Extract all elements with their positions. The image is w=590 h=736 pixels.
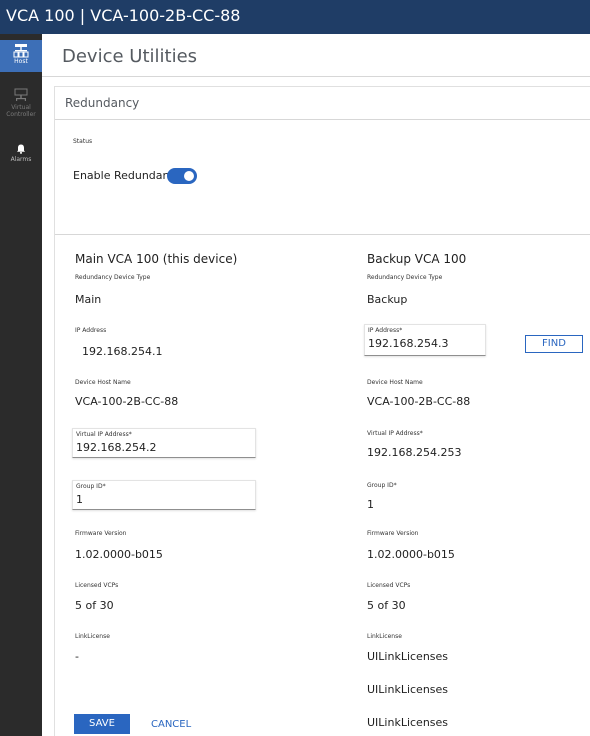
backup-link-value: UILinkLicenses (367, 683, 449, 696)
status-label: Status (73, 138, 93, 145)
backup-vip-value: 192.168.254.253 (367, 446, 462, 459)
main-fw-label: Firmware Version (75, 530, 127, 537)
backup-fw-label: Firmware Version (367, 530, 419, 537)
divider (55, 119, 590, 120)
backup-ip-label: IP Address* (368, 327, 403, 334)
enable-redundancy-label: Enable Redundancy (73, 169, 183, 182)
main-vcp-label: Licensed VCPs (75, 582, 119, 589)
main-group-id-field[interactable]: Group ID* 1 (72, 480, 256, 510)
main-vcp-value: 5 of 30 (75, 599, 114, 612)
divider (42, 76, 590, 77)
host-network-icon (13, 44, 29, 58)
find-button[interactable]: FIND (525, 335, 583, 353)
backup-type-value: Backup (367, 293, 408, 306)
backup-group-label: Group ID* (367, 482, 397, 489)
backup-link-label: LinkLicense (367, 633, 402, 640)
nav-item-label: Alarms (10, 156, 32, 163)
main-type-value: Main (75, 293, 102, 306)
nav-item-label: Virtual Controller (6, 104, 36, 118)
backup-host-label: Device Host Name (367, 379, 423, 386)
backup-device-heading: Backup VCA 100 (367, 252, 467, 266)
backup-host-value: VCA-100-2B-CC-88 (367, 395, 471, 408)
main-host-label: Device Host Name (75, 379, 131, 386)
backup-link-value: UILinkLicenses (367, 716, 449, 729)
backup-vcp-label: Licensed VCPs (367, 582, 411, 589)
nav-item-label: Host (14, 58, 28, 65)
main-group-label: Group ID* (76, 483, 106, 490)
window-title: VCA 100 | VCA-100-2B-CC-88 (6, 6, 241, 25)
nav-item-host[interactable]: Host (0, 40, 42, 72)
main-fw-value: 1.02.0000-b015 (75, 548, 163, 561)
main-content: Device Utilities Redundancy Status Enabl… (42, 34, 590, 736)
main-link-value: - (75, 650, 79, 663)
redundancy-panel: Redundancy Status Enable Redundancy Main… (54, 86, 590, 736)
virtual-controller-icon (14, 88, 28, 101)
main-device-heading: Main VCA 100 (this device) (75, 252, 238, 266)
main-host-value: VCA-100-2B-CC-88 (75, 395, 179, 408)
backup-ip-value: 192.168.254.3 (368, 337, 449, 350)
main-vip-value: 192.168.254.2 (76, 441, 157, 454)
section-title: Redundancy (65, 96, 140, 110)
enable-redundancy-toggle[interactable] (167, 168, 197, 184)
backup-link-value: UILinkLicenses (367, 650, 449, 663)
nav-item-alarms[interactable]: Alarms (0, 144, 42, 170)
nav-item-virtual-controller[interactable]: Virtual Controller (0, 88, 42, 122)
backup-fw-value: 1.02.0000-b015 (367, 548, 455, 561)
backup-group-value: 1 (367, 498, 374, 511)
main-vip-label: Virtual IP Address* (76, 431, 132, 438)
cancel-button[interactable]: CANCEL (151, 719, 191, 730)
backup-vip-label: Virtual IP Address* (367, 430, 423, 437)
left-nav: Host Virtual Controller Alarms (0, 34, 42, 736)
backup-type-label: Redundancy Device Type (367, 274, 443, 281)
main-virtual-ip-field[interactable]: Virtual IP Address* 192.168.254.2 (72, 428, 256, 458)
save-button[interactable]: SAVE (74, 714, 130, 734)
bell-icon (17, 144, 25, 154)
page-title: Device Utilities (62, 46, 198, 67)
backup-ip-field[interactable]: IP Address* 192.168.254.3 (364, 324, 486, 356)
toggle-knob (184, 171, 194, 181)
main-ip-label: IP Address (75, 327, 107, 334)
main-group-value: 1 (76, 493, 83, 506)
window-titlebar: VCA 100 | VCA-100-2B-CC-88 (0, 0, 590, 34)
main-link-label: LinkLicense (75, 633, 110, 640)
main-type-label: Redundancy Device Type (75, 274, 151, 281)
backup-vcp-value: 5 of 30 (367, 599, 406, 612)
divider (55, 234, 590, 235)
main-ip-value: 192.168.254.1 (82, 345, 163, 358)
